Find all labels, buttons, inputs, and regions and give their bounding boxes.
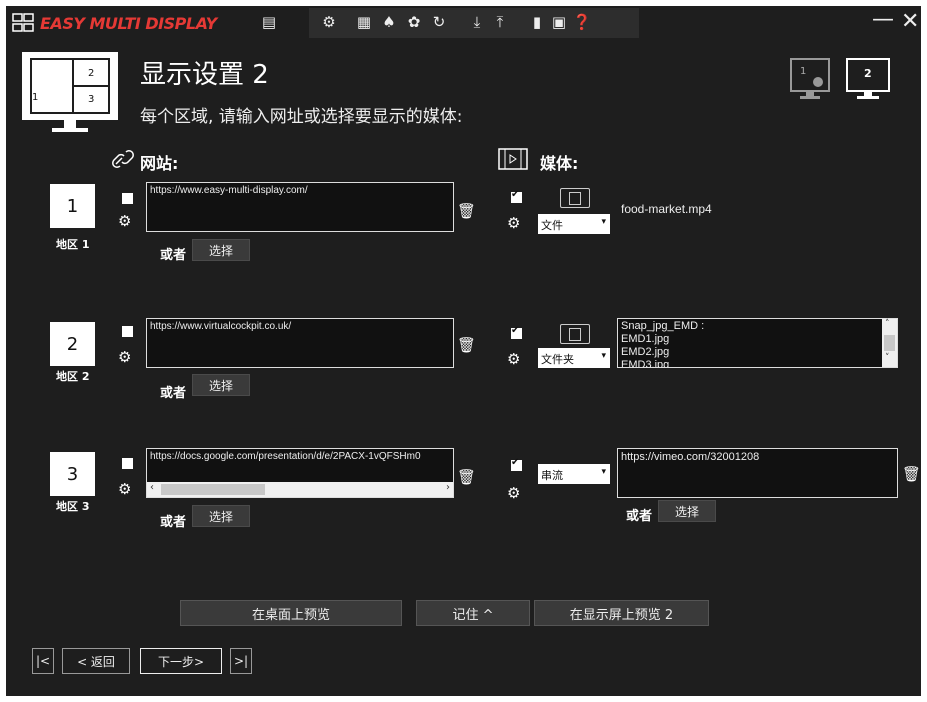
zone-3-media-type-select[interactable]: 串流 ▾ [538, 464, 610, 484]
zone-1-media-settings-icon[interactable]: ⚙ [507, 214, 520, 232]
media-film-icon [498, 148, 528, 170]
zone-2-or-label: 或者 [160, 386, 187, 401]
monitor-1-settings-button[interactable]: 1 [790, 58, 830, 106]
zone-2-media-type-select[interactable]: 文件夹 ▾ [538, 348, 610, 368]
zone-1-box: 1 [50, 184, 95, 228]
zone-1-or-label: 或者 [160, 248, 187, 263]
download-icon[interactable]: ⤓ [466, 11, 488, 33]
app-window: EASY MULTI DISPLAY ▤ ⚙ ▦ ♠ ✿ ↻ ⤓ ⤒ ▮ ▣ ❓… [6, 6, 921, 696]
group-icon[interactable]: ✿ [403, 11, 425, 33]
upload-icon[interactable]: ⤒ [489, 11, 511, 33]
websites-heading: 网站: [140, 154, 179, 173]
last-page-button[interactable]: >| [230, 648, 252, 674]
layout-cell-1: 1 [32, 92, 39, 103]
layout-cell-2: 2 [88, 68, 95, 79]
zone-3-choose-button[interactable]: 选择 [192, 505, 250, 527]
title-bar: EASY MULTI DISPLAY ▤ ⚙ ▦ ♠ ✿ ↻ ⤓ ⤒ ▮ ▣ ❓… [6, 6, 921, 40]
zone-2-media-settings-icon[interactable]: ⚙ [507, 350, 520, 368]
zone-2-url-trash-icon[interactable]: 🗑 [457, 336, 476, 354]
zone-2-media-listbox[interactable]: Snap_jpg_EMD : EMD1.jpg EMD2.jpg EMD3.jp… [617, 318, 898, 368]
zone-3-box: 3 [50, 452, 95, 496]
zone-2-choose-button[interactable]: 选择 [192, 374, 250, 396]
back-button[interactable]: < 返回 [62, 648, 130, 674]
calendar-icon[interactable]: ▦ [353, 11, 375, 33]
zone-1-media-type-select[interactable]: 文件 ▾ [538, 214, 610, 234]
page-subtitle: 每个区域, 请输入网址或选择要显示的媒体: [140, 107, 463, 127]
zone-3-or-label: 或者 [160, 515, 187, 530]
zone-3-url-settings-icon[interactable]: ⚙ [118, 480, 131, 498]
zone-3-stream-url-input[interactable]: https://vimeo.com/32001208 [617, 448, 898, 498]
document-list-icon[interactable]: ▤ [258, 11, 280, 33]
first-page-button[interactable]: |< [32, 648, 54, 674]
monitor-2-button[interactable]: 2 [846, 58, 890, 106]
link-icon [112, 150, 134, 168]
zone-3-media-checkbox[interactable] [511, 457, 522, 471]
zone-1-url-trash-icon[interactable]: 🗑 [457, 202, 476, 220]
zone-2-media-folder-icon[interactable] [560, 324, 590, 344]
zone-3-media-choose-button[interactable]: 选择 [658, 500, 716, 522]
app-name: EASY MULTI DISPLAY [40, 14, 217, 33]
minimize-button[interactable]: — [872, 7, 894, 32]
zone-3-label: 地区 3 [56, 500, 90, 513]
close-button[interactable]: ✕ [901, 9, 919, 34]
next-button[interactable]: 下一步> [140, 648, 222, 674]
zone-1-media-value: food-market.mp4 [621, 202, 712, 216]
zone-2-url-settings-icon[interactable]: ⚙ [118, 348, 131, 366]
list-item[interactable]: EMD3.jpg [621, 359, 894, 367]
zone-1-url-settings-icon[interactable]: ⚙ [118, 212, 131, 230]
preview-desktop-button[interactable]: 在桌面上预览 [180, 600, 402, 626]
zone-3-media-settings-icon[interactable]: ⚙ [507, 484, 520, 502]
preview-screen-button[interactable]: 在显示屏上预览 2 [534, 600, 709, 626]
multi-display-logo-icon [12, 13, 34, 32]
zone-2-media-checkbox[interactable] [511, 325, 522, 339]
zone-3-media-trash-icon[interactable]: 🗑 [902, 465, 921, 483]
remember-button[interactable]: 记住 ^ [416, 600, 530, 626]
page-title: 显示设置 2 [140, 60, 269, 90]
gear-icon[interactable]: ⚙ [318, 11, 340, 33]
zone-3-media-or-label: 或者 [626, 509, 653, 524]
zone-2-list-scrollbar[interactable]: ˄ ˅ [882, 319, 897, 367]
zone-3-url-trash-icon[interactable]: 🗑 [457, 468, 476, 486]
help-icon[interactable]: ❓ [571, 11, 593, 33]
refresh-icon[interactable]: ↻ [428, 11, 450, 33]
list-item[interactable]: Snap_jpg_EMD : [621, 320, 894, 333]
media-heading: 媒体: [540, 154, 579, 173]
list-item[interactable]: EMD1.jpg [621, 333, 894, 346]
zone-3-url-checkbox[interactable] [122, 458, 133, 469]
zone-2-url-input[interactable]: https://www.virtualcockpit.co.uk/ [146, 318, 454, 368]
zone-1-media-file-icon[interactable] [560, 188, 590, 208]
list-item[interactable]: EMD2.jpg [621, 346, 894, 359]
zone-2-url-checkbox[interactable] [122, 326, 133, 337]
film-icon[interactable]: ▣ [548, 11, 570, 33]
zone-1-media-checkbox[interactable] [511, 189, 522, 203]
zone-2-label: 地区 2 [56, 370, 90, 383]
note-icon[interactable]: ▮ [526, 11, 548, 33]
layout-cell-3: 3 [88, 94, 95, 105]
zone-2-box: 2 [50, 322, 95, 366]
zone-1-url-input[interactable]: https://www.easy-multi-display.com/ [146, 182, 454, 232]
bell-icon[interactable]: ♠ [378, 11, 400, 33]
zone-1-url-checkbox[interactable] [122, 193, 133, 204]
zone-3-url-hscrollbar[interactable]: ‹ › [147, 482, 453, 497]
zone-1-label: 地区 1 [56, 238, 90, 251]
zone-1-choose-button[interactable]: 选择 [192, 239, 250, 261]
